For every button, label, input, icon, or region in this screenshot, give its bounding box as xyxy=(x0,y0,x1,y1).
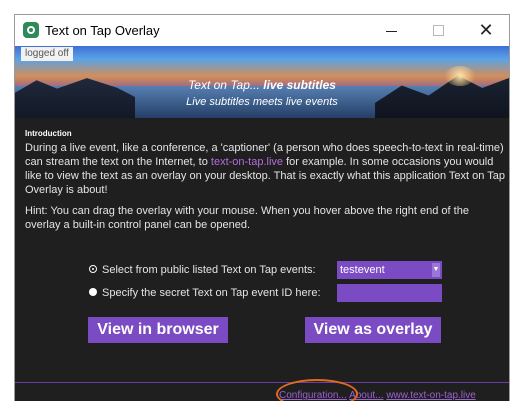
close-button[interactable]: ✕ xyxy=(463,15,509,46)
app-icon xyxy=(23,22,39,38)
website-link[interactable]: www.text-on-tap.live xyxy=(386,390,475,401)
intro-heading: Introduction xyxy=(25,129,72,138)
app-window: Text on Tap Overlay ✕ Text on Tap... liv… xyxy=(14,14,510,401)
intro-paragraph: During a live event, like a conference, … xyxy=(25,141,505,197)
view-as-overlay-button[interactable]: View as overlay xyxy=(305,317,441,343)
title-bar[interactable]: Text on Tap Overlay ✕ xyxy=(15,15,509,46)
public-event-select[interactable]: testevent ▼ xyxy=(337,261,442,279)
secret-event-label[interactable]: Specify the secret Text on Tap event ID … xyxy=(102,284,321,302)
window-title: Text on Tap Overlay xyxy=(45,23,160,38)
minimize-button[interactable] xyxy=(369,15,415,46)
login-status: logged off xyxy=(21,47,73,61)
banner-subtitle: Live subtitles meets live events xyxy=(186,96,338,108)
public-event-selected-value: testevent xyxy=(340,264,385,276)
intro-website-link[interactable]: text-on-tap.live xyxy=(211,156,283,168)
secret-event-id-input[interactable] xyxy=(337,284,442,302)
public-event-label[interactable]: Select from public listed Text on Tap ev… xyxy=(102,261,316,279)
secret-event-radio[interactable] xyxy=(89,288,97,296)
chevron-down-icon[interactable]: ▼ xyxy=(432,263,440,277)
main-content: Text on Tap... live subtitles Live subti… xyxy=(15,46,509,401)
maximize-button[interactable] xyxy=(415,15,461,46)
public-event-radio[interactable] xyxy=(89,265,97,273)
header-banner: Text on Tap... live subtitles Live subti… xyxy=(15,46,509,118)
highlight-ring xyxy=(276,379,358,401)
banner-title-lead: Text on Tap... xyxy=(188,78,264,92)
hint-paragraph: Hint: You can drag the overlay with your… xyxy=(25,205,469,231)
banner-title-strong: live subtitles xyxy=(263,78,336,92)
banner-title: Text on Tap... live subtitles xyxy=(15,78,509,92)
view-in-browser-button[interactable]: View in browser xyxy=(88,317,228,343)
footer-divider xyxy=(15,382,509,383)
banner-rocks-right xyxy=(375,75,509,118)
